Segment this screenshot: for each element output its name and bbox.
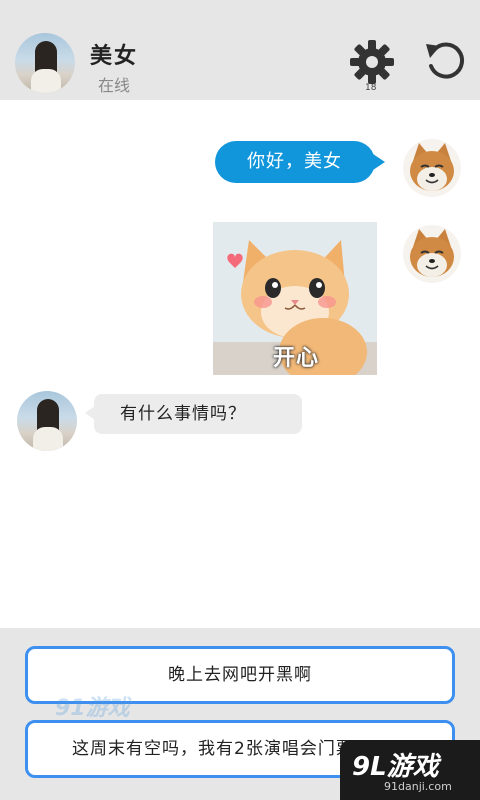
contact-avatar[interactable] [17,391,77,451]
settings-count-badge: 18 [365,83,377,93]
watermark-center: 91游戏 [55,696,130,721]
watermark-corner: 9L游戏 91danji.com [340,740,480,800]
watermark-logo: 9L游戏 [352,752,439,782]
my-avatar[interactable] [403,139,461,197]
message-text: 你好，美女 [247,151,342,172]
settings-button[interactable] [348,38,396,86]
reset-icon [426,42,465,79]
outgoing-image-message[interactable]: 开心 [213,222,377,375]
shiba-avatar-icon [410,143,454,191]
contact-avatar[interactable] [15,33,75,93]
watermark-url: 91danji.com [384,780,452,793]
incoming-message: 有什么事情吗？ [85,394,302,434]
reset-button[interactable] [422,38,468,84]
contact-status: 在线 [98,76,131,95]
my-avatar[interactable] [403,225,461,283]
image-caption: 开心 [273,346,320,371]
message-text: 有什么事情吗？ [120,404,246,424]
contact-name: 美女 [90,44,139,69]
shiba-avatar-icon [410,229,454,277]
chat-header: 美女 在线 18 [0,0,480,100]
outgoing-message: 你好，美女 [215,141,385,183]
gear-icon [350,40,394,84]
